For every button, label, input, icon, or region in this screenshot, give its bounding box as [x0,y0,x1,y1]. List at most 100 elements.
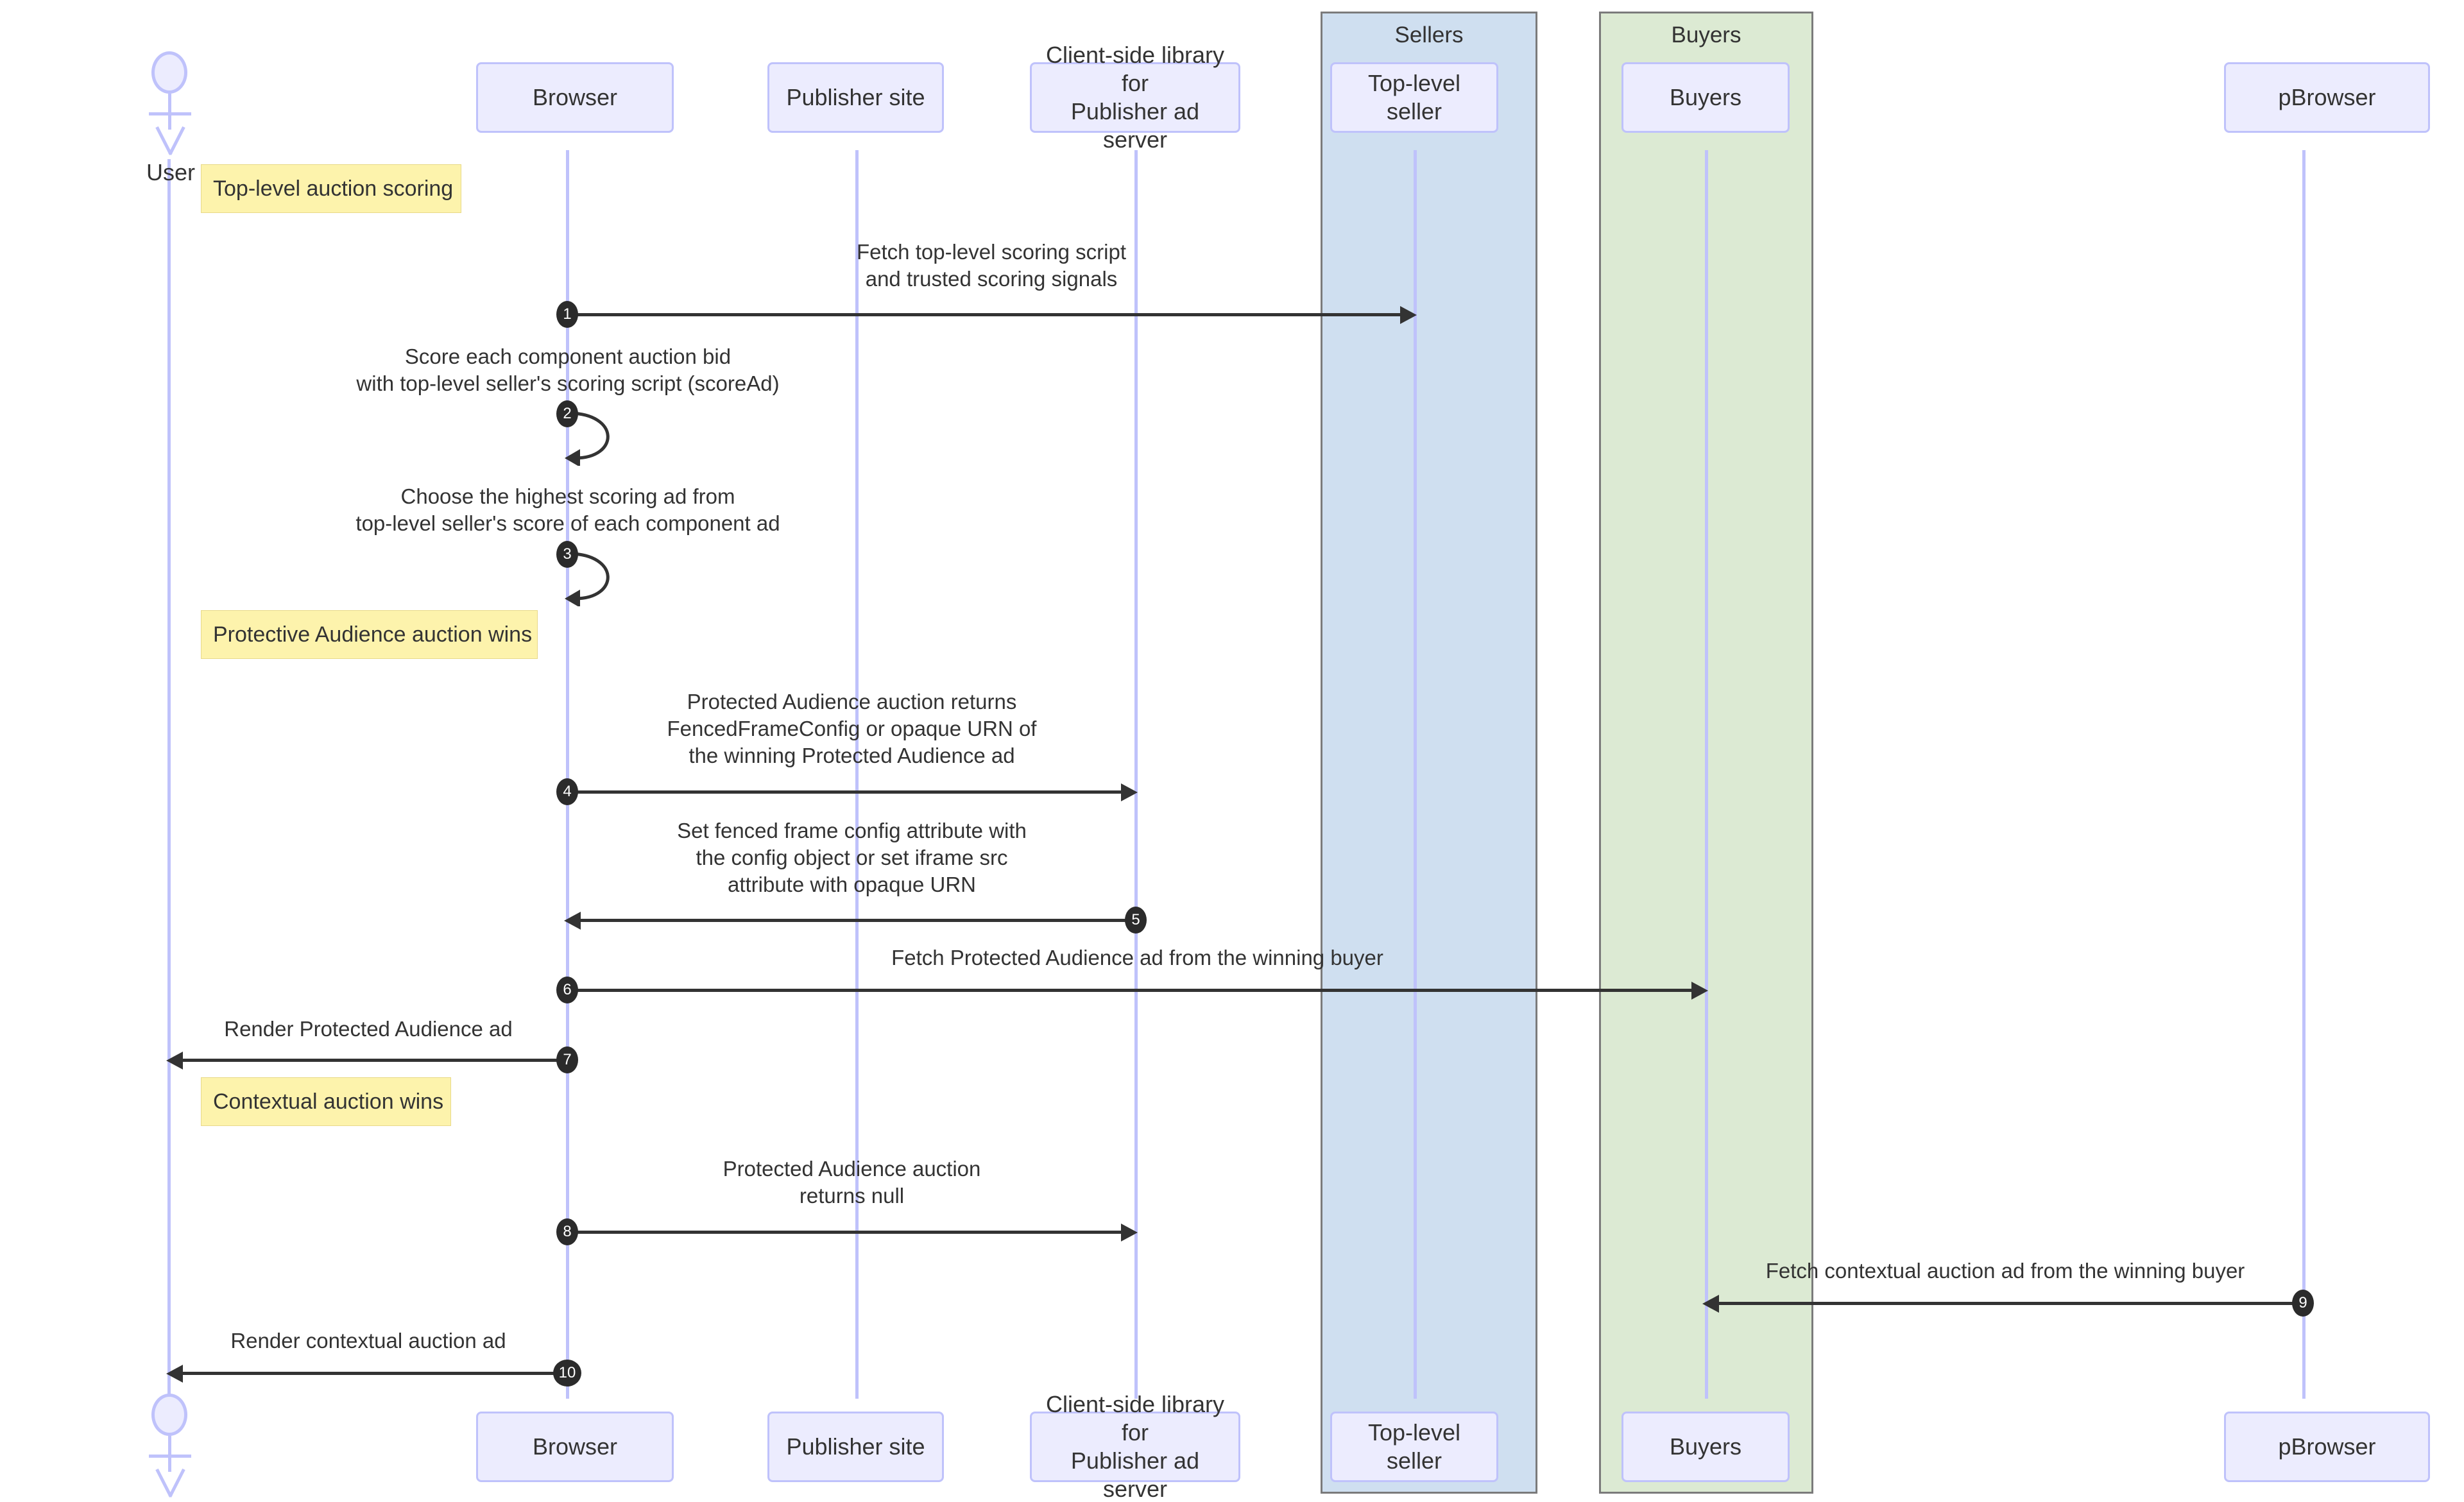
message-arrowhead-4 [1121,783,1138,801]
note-text: Top-level auction scoring [213,176,454,201]
participant-label-pubsite-bottom: Publisher site [786,1433,925,1460]
note-text: Protective Audience auction wins [213,622,533,647]
message-label-6: Fetch Protected Audience ad from the win… [568,944,1707,971]
actor-head-icon [151,51,187,94]
message-label-9: Fetch contextual auction ad from the win… [1707,1258,2304,1284]
message-label-2-line2: with top-level seller's scoring script (… [356,371,780,396]
message-selfloop-3 [565,549,654,606]
participant-label-browser-top: Browser [532,84,618,111]
message-line-4 [567,790,1122,794]
message-line-1 [567,313,1401,316]
message-label-10: Render contextual auction ad [169,1327,567,1354]
message-arrowhead-10 [166,1365,183,1383]
message-label-4-line2: FencedFrameConfig or opaque URN of [667,717,1037,741]
note-top-level-auction-scoring: Top-level auction scoring [201,164,461,213]
participant-tlseller-top[interactable]: Top-level seller [1330,62,1498,133]
participant-browser-bottom[interactable]: Browser [476,1412,674,1482]
message-seq-8: 8 [556,1218,578,1245]
message-seq-5: 5 [1125,907,1147,934]
message-arrowhead-9 [1702,1295,1719,1313]
message-seq-10: 10 [553,1360,581,1387]
lifeline-buyers [1705,150,1708,1399]
participant-label-tlseller-top: Top-level seller [1367,70,1461,124]
participant-label-clientlib-top-line1: Client-side library for [1045,42,1225,97]
message-label-1-line1: Fetch top-level scoring script [857,240,1126,264]
participant-label-pubsite-top: Publisher site [786,84,925,111]
message-seq-9: 9 [2292,1290,2314,1317]
group-label-sellers: Sellers [1394,22,1464,47]
participant-label-tlseller-bottom: Top-level seller [1367,1419,1461,1474]
message-label-9-line1: Fetch contextual auction ad from the win… [1765,1259,2245,1283]
message-label-4: Protected Audience auction returns Fence… [568,688,1136,770]
message-seq-2: 2 [556,400,578,427]
message-seq-1: 1 [556,301,578,328]
message-arrowhead-8 [1121,1224,1138,1242]
message-label-3-line2: top-level seller's score of each compone… [355,511,780,536]
message-label-4-line3: the winning Protected Audience ad [689,744,1015,768]
message-line-8 [567,1231,1122,1234]
message-label-4-line1: Protected Audience auction returns [687,690,1017,713]
sequence-diagram-canvas: Sellers Buyers User Browser Publisher si… [0,0,2464,1502]
participant-pbrowser-top[interactable]: pBrowser [2224,62,2430,133]
lifeline-pubsite [855,150,859,1399]
group-label-buyers: Buyers [1671,22,1741,47]
lifeline-user [167,159,171,1399]
participant-pbrowser-bottom[interactable]: pBrowser [2224,1412,2430,1482]
message-line-7 [183,1059,568,1062]
participant-pubsite-bottom[interactable]: Publisher site [767,1412,944,1482]
message-seq-4: 4 [556,778,578,805]
lifeline-clientlib [1134,150,1138,1399]
message-label-1: Fetch top-level scoring script and trust… [568,239,1415,293]
participant-label-clientlib-top-line2: Publisher ad server [1070,98,1200,153]
lifeline-tlseller [1414,150,1417,1399]
message-label-8: Protected Audience auction returns null [568,1156,1136,1209]
message-label-10-line1: Render contextual auction ad [230,1329,506,1353]
message-selfloop-2 [565,408,654,466]
message-label-5: Set fenced frame config attribute with t… [568,817,1136,899]
note-contextual-auction-wins: Contextual auction wins [201,1077,451,1126]
message-label-1-line2: and trusted scoring signals [865,267,1118,291]
participant-clientlib-bottom[interactable]: Client-side library for Publisher ad ser… [1030,1391,1240,1502]
lifeline-pbrowser [2302,150,2306,1399]
message-line-5 [581,919,1136,922]
participant-label-pbrowser-top: pBrowser [2278,84,2376,111]
message-arrowhead-1 [1400,306,1417,324]
participant-label-buyers-bottom: Buyers [1669,1433,1742,1460]
message-label-5-line3: attribute with opaque URN [727,873,977,897]
message-arrowhead-5 [564,912,581,930]
message-label-5-line2: the config object or set iframe src [696,846,1008,870]
message-label-8-line1: Protected Audience auction [723,1157,981,1181]
actor-leg-right-icon [168,126,185,155]
message-label-7: Render Protected Audience ad [169,1016,567,1043]
note-text: Contextual auction wins [213,1089,444,1114]
message-line-9 [1719,1302,2302,1305]
participant-label-clientlib-bottom-line1: Client-side library for [1045,1391,1225,1446]
participant-browser-top[interactable]: Browser [476,62,674,133]
actor-body-icon-bottom [168,1436,171,1472]
message-arrowhead-7 [166,1052,183,1070]
message-label-7-line1: Render Protected Audience ad [224,1017,513,1041]
actor-arms-icon-bottom [149,1455,191,1458]
message-label-6-line1: Fetch Protected Audience ad from the win… [891,946,1383,969]
message-seq-7: 7 [556,1046,578,1073]
participant-label-pbrowser-bottom: pBrowser [2278,1433,2376,1460]
message-label-2-line1: Score each component auction bid [404,345,732,368]
message-label-5-line1: Set fenced frame config attribute with [677,819,1027,842]
participant-buyers-bottom[interactable]: Buyers [1621,1412,1790,1482]
message-line-6 [567,989,1693,992]
actor-leg-right-icon-bottom [168,1468,185,1498]
message-label-8-line2: returns null [799,1184,905,1208]
participant-label-clientlib-bottom-line2: Publisher ad server [1070,1447,1200,1502]
actor-body-icon [168,94,171,130]
participant-clientlib-top[interactable]: Client-side library for Publisher ad ser… [1030,42,1240,153]
participant-pubsite-top[interactable]: Publisher site [767,62,944,133]
participant-buyers-top[interactable]: Buyers [1621,62,1790,133]
participant-tlseller-bottom[interactable]: Top-level seller [1330,1412,1498,1482]
participant-label-buyers-top: Buyers [1669,84,1742,111]
message-seq-3: 3 [556,541,578,568]
actor-arms-icon [149,112,191,115]
message-seq-6: 6 [556,977,578,1003]
participant-label-browser-bottom: Browser [532,1433,618,1460]
actor-head-icon-bottom [151,1394,187,1436]
lifeline-browser [566,150,569,1399]
